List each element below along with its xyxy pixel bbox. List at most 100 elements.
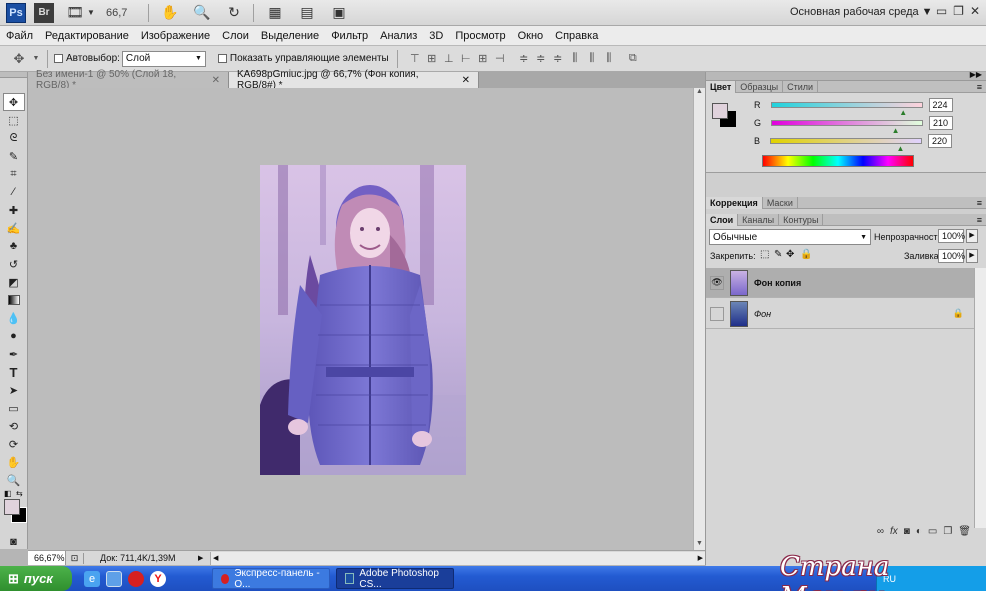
channel-b-value[interactable]: 220 xyxy=(928,134,953,148)
close-icon[interactable]: ✕ xyxy=(462,75,470,86)
menu-filter[interactable]: Фильтр xyxy=(325,30,374,42)
align-top-icon[interactable]: ⊤ xyxy=(408,52,422,66)
bridge-button[interactable]: Br xyxy=(34,2,54,23)
close-button[interactable]: ✕ xyxy=(970,4,980,18)
horizontal-scrollbar[interactable]: ◀ ▶ xyxy=(210,551,705,565)
fill-value[interactable]: 100% xyxy=(938,249,965,263)
panel-menu-icon[interactable]: ≡ xyxy=(977,215,986,225)
tab-masks[interactable]: Маски xyxy=(763,196,798,209)
tab-adjustments[interactable]: Коррекция xyxy=(706,196,763,209)
new-layer-icon[interactable]: ❐ xyxy=(943,526,952,542)
film-strip-icon[interactable]: 🎞 xyxy=(64,4,86,22)
distribute-right-icon[interactable]: ⫼ xyxy=(602,52,616,66)
move-tool-icon[interactable]: ✥ xyxy=(2,93,25,111)
new-group-icon[interactable]: ▭ xyxy=(928,526,937,542)
scroll-down-icon[interactable]: ▼ xyxy=(694,540,705,550)
chevron-down-icon[interactable]: ▼ xyxy=(29,52,43,66)
align-left-icon[interactable]: ⊢ xyxy=(459,52,473,66)
eraser-tool-icon[interactable]: ◩ xyxy=(3,273,25,291)
yandex-icon[interactable]: Y xyxy=(150,570,166,587)
menu-window[interactable]: Окно xyxy=(512,30,550,42)
scroll-right-icon[interactable]: ▶ xyxy=(698,554,705,562)
dodge-tool-icon[interactable]: ● xyxy=(3,327,25,345)
color-panel-fg-swatch[interactable] xyxy=(712,103,728,119)
start-button[interactable]: ⊞ пуск xyxy=(0,566,72,591)
shape-tool-icon[interactable]: ▭ xyxy=(3,399,25,417)
crop-tool-icon[interactable]: ⌗ xyxy=(3,165,25,183)
3d-rotate-tool-icon[interactable]: ⟲ xyxy=(3,417,25,435)
layer-row[interactable]: Фон 🔒 xyxy=(706,299,974,329)
slider-b-knob[interactable]: ▲ xyxy=(896,144,904,153)
close-icon[interactable]: ✕ xyxy=(212,75,220,86)
distribute-vcenter-icon[interactable]: ≑ xyxy=(534,52,548,66)
slider-g[interactable]: ▲ xyxy=(771,120,924,135)
workspace-switcher[interactable]: Основная рабочая среда ▼ xyxy=(790,6,933,18)
fx-icon[interactable]: fx xyxy=(890,526,898,542)
menu-view[interactable]: Просмотр xyxy=(449,30,511,42)
move-tool-icon[interactable]: ✥ xyxy=(12,51,26,66)
layer-name[interactable]: Фон копия xyxy=(754,278,801,288)
panel-dock-header[interactable]: ▶▶ xyxy=(706,70,986,81)
slider-r[interactable]: ▲ xyxy=(770,102,923,117)
restore-button[interactable]: ❐ xyxy=(953,4,964,18)
document-tab[interactable]: Без имени-1 @ 50% (Слой 18, RGB/8) * ✕ xyxy=(28,69,229,91)
taskbar-photoshop-window[interactable]: Adobe Photoshop CS... xyxy=(336,568,454,590)
zoom-icon[interactable]: 🔍 xyxy=(191,4,213,22)
clone-stamp-tool-icon[interactable]: ♣ xyxy=(3,237,25,255)
lock-position-icon[interactable]: ✥ xyxy=(786,249,794,260)
lock-pixels-icon[interactable]: ✎ xyxy=(774,249,782,260)
gradient-tool-icon[interactable] xyxy=(3,291,25,309)
opacity-arrow-icon[interactable]: ▶ xyxy=(966,229,978,243)
status-info-icon[interactable]: ⊡ xyxy=(66,552,84,564)
menu-image[interactable]: Изображение xyxy=(135,30,216,42)
swap-colors-icon[interactable]: ⇆ xyxy=(16,489,23,498)
hand-tool-icon[interactable]: ✋ xyxy=(3,453,25,471)
quick-mask-icon[interactable]: ◙ xyxy=(3,533,25,551)
blend-mode-dropdown[interactable]: Обычные ▼ xyxy=(709,229,871,245)
extras-icon[interactable]: ▦ xyxy=(264,4,286,22)
distribute-hcenter-icon[interactable]: ⫼ xyxy=(585,52,599,66)
chevron-down-icon[interactable]: ▼ xyxy=(86,4,96,22)
align-right-icon[interactable]: ⊣ xyxy=(493,52,507,66)
add-mask-icon[interactable]: ◙ xyxy=(904,526,910,542)
adjustment-layer-icon[interactable]: ◐ xyxy=(916,526,922,542)
distribute-left-icon[interactable]: ⫼ xyxy=(568,52,582,66)
zoom-tool-icon[interactable]: 🔍 xyxy=(3,471,25,489)
panel-menu-icon[interactable]: ≡ xyxy=(977,198,986,208)
quick-selection-tool-icon[interactable]: ✎ xyxy=(3,147,25,165)
channel-r-value[interactable]: 224 xyxy=(928,98,953,112)
opacity-value[interactable]: 100% xyxy=(938,229,965,243)
scroll-left-icon[interactable]: ◀ xyxy=(211,554,218,562)
menu-select[interactable]: Выделение xyxy=(255,30,325,42)
layer-name[interactable]: Фон xyxy=(754,309,771,319)
menu-3d[interactable]: 3D xyxy=(423,30,449,42)
screen-mode-icon[interactable]: ▣ xyxy=(328,4,350,22)
history-brush-tool-icon[interactable]: ↺ xyxy=(3,255,25,273)
panel-menu-icon[interactable]: ≡ xyxy=(977,82,986,92)
show-desktop-icon[interactable] xyxy=(106,570,122,587)
document-tab-active[interactable]: KA698pGmiuc.jpg @ 66,7% (Фон копия, RGB/… xyxy=(229,69,479,91)
layer-row[interactable]: 👁 Фон копия xyxy=(706,268,974,298)
menu-layer[interactable]: Слои xyxy=(216,30,255,42)
taskbar-opera-window[interactable]: Экспресс-панель - О... xyxy=(212,568,330,590)
photoshop-logo[interactable]: Ps xyxy=(6,2,26,23)
arrange-documents-icon[interactable]: ▤ xyxy=(296,4,318,22)
eye-icon[interactable]: 👁 xyxy=(710,275,724,290)
lock-all-icon[interactable]: 🔒 xyxy=(800,249,812,260)
rotate-view-icon[interactable]: ↻ xyxy=(223,4,245,22)
tab-channels[interactable]: Каналы xyxy=(738,213,780,226)
lasso-tool-icon[interactable]: ᘓ xyxy=(3,129,25,147)
tab-swatches[interactable]: Образцы xyxy=(736,80,784,93)
default-colors-icon[interactable]: ◧ xyxy=(4,489,12,498)
marquee-tool-icon[interactable]: ⬚ xyxy=(3,111,25,129)
auto-align-icon[interactable]: ⧉ xyxy=(626,52,640,66)
minimize-button[interactable]: ▭ xyxy=(936,4,947,18)
autoselect-checkbox[interactable] xyxy=(54,54,63,63)
tools-panel-grip[interactable] xyxy=(0,72,27,78)
pen-tool-icon[interactable]: ✒ xyxy=(3,345,25,363)
tab-paths[interactable]: Контуры xyxy=(779,213,824,226)
hand-icon[interactable]: ✋ xyxy=(159,4,181,22)
distribute-bottom-icon[interactable]: ≑ xyxy=(551,52,565,66)
layers-scrollbar[interactable] xyxy=(974,268,986,528)
tab-styles[interactable]: Стили xyxy=(783,80,819,93)
